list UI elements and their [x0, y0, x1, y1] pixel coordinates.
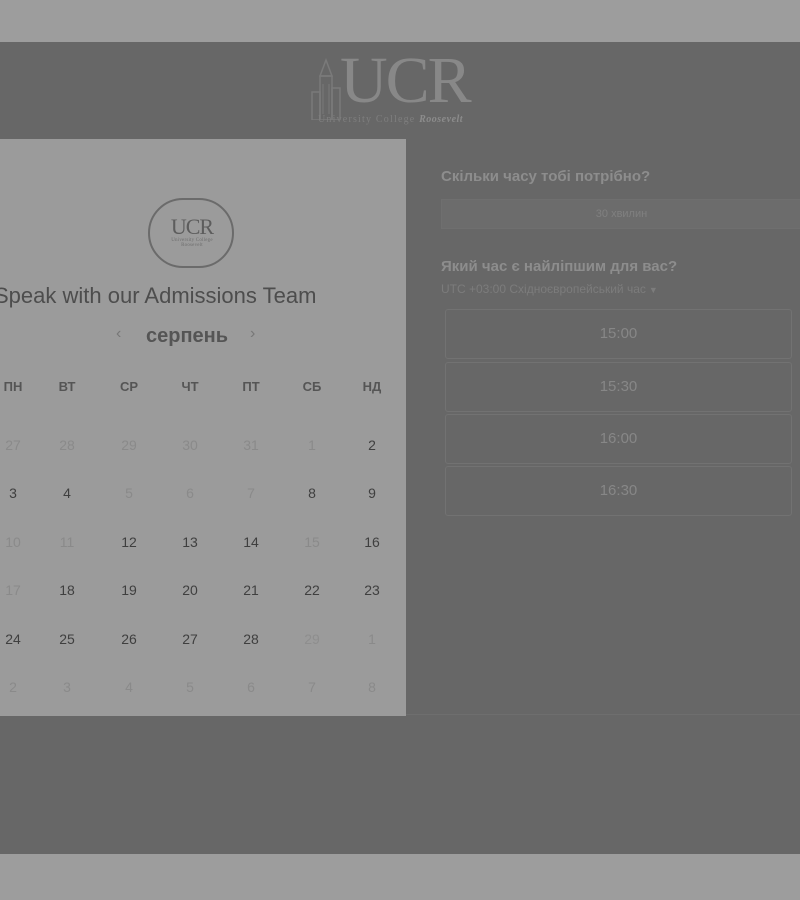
calendar-day[interactable]: 2 — [345, 423, 399, 467]
calendar-day[interactable]: 14 — [224, 520, 278, 564]
host-avatar: UCR University College Roosevelt — [148, 198, 234, 268]
calendar-day: 6 — [186, 485, 194, 501]
timezone-select[interactable]: UTC +03:00 Східноєвропейський час ▼ — [441, 282, 658, 296]
tower-icon — [311, 58, 341, 120]
chevron-right-icon[interactable]: › — [250, 325, 255, 343]
time-slot-1600[interactable]: 16:00 — [445, 414, 792, 464]
host-avatar-logo: UCR University College Roosevelt — [160, 214, 224, 248]
calendar-day[interactable]: 3 — [0, 471, 40, 515]
calendar-day: 2 — [9, 679, 17, 695]
calendar-day[interactable]: 13 — [163, 520, 217, 564]
weekday-header: НД — [362, 379, 382, 394]
calendar-day[interactable]: 27 — [163, 617, 217, 661]
calendar-day[interactable]: 9 — [345, 471, 399, 515]
calendar-day[interactable]: 23 — [345, 568, 399, 612]
time-slot-1500[interactable]: 15:00 — [445, 309, 792, 359]
calendar-day: 15 — [304, 534, 320, 550]
calendar-day[interactable]: 20 — [163, 568, 217, 612]
calendar-day: 7 — [247, 485, 255, 501]
calendar-day: 11 — [59, 534, 75, 550]
event-title: Speak with our Admissions Team — [0, 283, 317, 308]
time-slot-1530[interactable]: 15:30 — [445, 362, 792, 412]
calendar-day: 5 — [125, 485, 133, 501]
host-avatar-text: UCR — [170, 214, 214, 239]
ucr-logo: UCR University College Roosevelt — [300, 48, 512, 128]
logo-wordmark: UCR — [340, 48, 472, 114]
weekday-header: ПТ — [242, 379, 260, 394]
calendar-day-selected[interactable]: 29 — [285, 616, 340, 662]
calendar-day: 8 — [368, 679, 376, 695]
calendar-day: 3 — [63, 679, 71, 695]
calendar-day: 7 — [308, 679, 316, 695]
month-navigation: ‹ серпень › — [116, 325, 266, 351]
calendar-day[interactable]: 28 — [224, 617, 278, 661]
logo-subtitle-emphasis: Roosevelt — [419, 114, 464, 125]
weekday-header: СР — [119, 379, 139, 394]
calendar-day[interactable]: 8 — [285, 471, 339, 515]
calendar-day[interactable]: 12 — [102, 520, 156, 564]
weekday-header: ВТ — [58, 379, 76, 394]
duration-select[interactable]: 30 хвилин — [441, 199, 800, 229]
calendar-day: 28 — [59, 437, 75, 453]
month-label: серпень — [146, 325, 229, 347]
calendar-day: 31 — [243, 437, 259, 453]
logo-wordmark-text: UCR — [340, 44, 472, 117]
calendar-day: 17 — [5, 582, 21, 598]
calendar-day: 27 — [5, 437, 21, 453]
calendar-day: 1 — [308, 437, 316, 453]
calendar-day: 1 — [368, 631, 376, 647]
weekday-header: ЧТ — [181, 379, 199, 394]
calendar-day: 29 — [121, 437, 137, 453]
caret-down-icon: ▼ — [648, 285, 658, 295]
calendar-day[interactable]: 22 — [285, 568, 339, 612]
time-slot-1630[interactable]: 16:30 — [445, 466, 792, 516]
calendar-day[interactable]: 19 — [102, 568, 156, 612]
time-question: Який час є найліпшим для вас? — [441, 258, 678, 275]
calendar-day[interactable]: 25 — [40, 617, 94, 661]
weekday-header: СБ — [302, 379, 322, 394]
duration-question: Скільки часу тобі потрібно? — [441, 168, 651, 185]
logo-subtitle: University College Roosevelt — [318, 114, 463, 125]
calendar-day[interactable]: 24 — [0, 617, 40, 661]
calendar-day: 6 — [247, 679, 255, 695]
calendar-day: 5 — [186, 679, 194, 695]
calendar-day: 30 — [182, 437, 198, 453]
calendar-day[interactable]: 21 — [224, 568, 278, 612]
calendar-day[interactable]: 16 — [345, 520, 399, 564]
host-avatar-subtitle: University College Roosevelt — [171, 238, 213, 248]
chevron-left-icon[interactable]: ‹ — [116, 325, 121, 343]
calendar-day[interactable]: 4 — [40, 471, 94, 515]
calendar-day[interactable]: 18 — [40, 568, 94, 612]
logo-subtitle-prefix: University College — [318, 114, 420, 125]
timezone-label: UTC +03:00 Східноєвропейський час — [441, 282, 646, 296]
divider — [406, 714, 800, 715]
calendar-day: 10 — [5, 534, 21, 550]
calendar-day[interactable]: 26 — [102, 617, 156, 661]
calendar-day: 4 — [125, 679, 133, 695]
